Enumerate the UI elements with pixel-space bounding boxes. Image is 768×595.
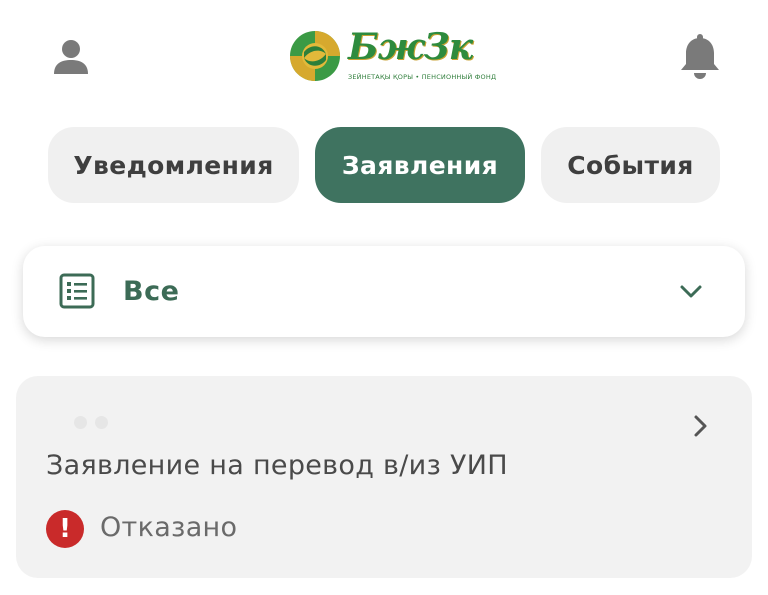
logo: БжЗк ЗЕЙНЕТАҚЫ ҚОРЫ • ПЕНСИОННЫЙ ФОНД [288, 24, 496, 88]
application-title: Заявление на перевод в/из УИП [46, 450, 508, 481]
logo-wordmark: БжЗк [348, 26, 473, 68]
exclamation-icon: ! [46, 510, 84, 548]
chevron-right-icon [694, 415, 707, 437]
logo-subtitle: ЗЕЙНЕТАҚЫ ҚОРЫ • ПЕНСИОННЫЙ ФОНД [348, 73, 497, 81]
application-card[interactable]: Заявление на перевод в/из УИП ! Отказано [16, 376, 752, 578]
filter-dropdown[interactable]: Все [23, 246, 745, 337]
tab-events[interactable]: События [541, 127, 720, 203]
tab-bar: Уведомления Заявления События [0, 127, 768, 205]
tab-applications[interactable]: Заявления [315, 127, 525, 203]
filter-selected-value: Все [123, 276, 180, 307]
bell-icon[interactable] [676, 30, 724, 82]
chevron-down-icon [680, 285, 702, 298]
logo-emblem-icon [290, 31, 340, 81]
application-status: Отказано [100, 512, 238, 543]
list-icon [59, 273, 95, 309]
card-date-placeholder [74, 414, 124, 430]
user-icon[interactable] [48, 34, 94, 80]
tab-notifications[interactable]: Уведомления [48, 127, 299, 203]
top-bar: БжЗк ЗЕЙНЕТАҚЫ ҚОРЫ • ПЕНСИОННЫЙ ФОНД [0, 0, 768, 110]
